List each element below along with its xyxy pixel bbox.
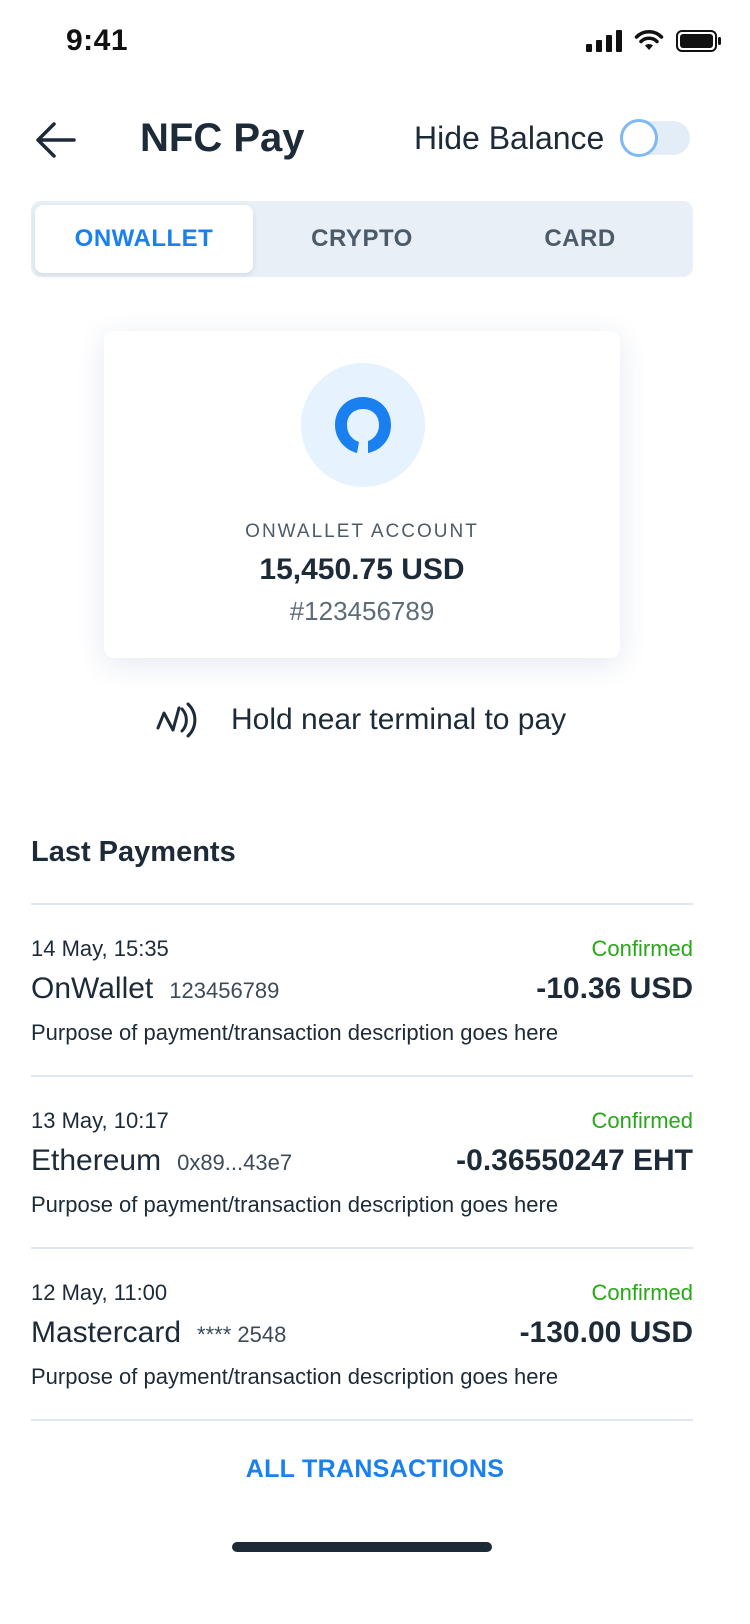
payment-row[interactable]: 12 May, 11:00 Confirmed Mastercard **** …: [31, 1249, 693, 1421]
payment-amount: -10.36 USD: [536, 972, 693, 1005]
last-payments-title: Last Payments: [31, 836, 236, 868]
status-time: 9:41: [66, 24, 129, 57]
payment-status: Confirmed: [591, 1280, 693, 1305]
nfc-icon: [156, 702, 197, 738]
arrow-left-icon[interactable]: [34, 120, 78, 160]
hide-balance-toggle[interactable]: [620, 119, 690, 157]
payment-date: 14 May, 15:35: [31, 936, 169, 961]
payment-date: 12 May, 11:00: [31, 1280, 168, 1305]
payment-row[interactable]: 14 May, 15:35 Confirmed OnWallet 1234567…: [31, 905, 693, 1077]
merchant-name: Ethereum: [31, 1144, 162, 1177]
payment-amount: -0.36550247 EHT: [456, 1144, 693, 1177]
toggle-knob: [620, 119, 658, 157]
merchant-ref: 123456789: [169, 978, 280, 1003]
account-card[interactable]: ONWALLET ACCOUNT 15,450.75 USD #12345678…: [104, 331, 620, 658]
onwallet-logo-icon: [335, 397, 391, 453]
merchant-name: Mastercard: [31, 1316, 182, 1349]
payment-status: Confirmed: [591, 1108, 693, 1133]
payment-row[interactable]: 13 May, 10:17 Confirmed Ethereum 0x89...…: [31, 1077, 693, 1249]
status-icons: [586, 30, 722, 52]
all-transactions-link[interactable]: ALL TRANSACTIONS: [0, 1455, 750, 1484]
onwallet-logo: [301, 363, 425, 487]
home-indicator[interactable]: [232, 1542, 492, 1552]
payment-status: Confirmed: [591, 936, 693, 961]
nfc-pay-screen: 9:41 NFC Pay Hide Balance ONWALLET CRYPT…: [0, 0, 750, 1624]
payment-amount: -130.00 USD: [519, 1316, 693, 1349]
payments-list: 14 May, 15:35 Confirmed OnWallet 1234567…: [31, 903, 693, 1421]
merchant-ref: **** 2548: [197, 1322, 287, 1347]
payment-source-tabs: ONWALLET CRYPTO CARD: [31, 201, 693, 277]
payment-description: Purpose of payment/transaction descripti…: [31, 1192, 559, 1217]
battery-icon: [676, 30, 721, 52]
tab-onwallet[interactable]: ONWALLET: [35, 205, 253, 273]
account-balance: 15,450.75 USD: [259, 553, 465, 586]
account-number: #123456789: [289, 596, 435, 626]
merchant-ref: 0x89...43e7: [177, 1150, 293, 1175]
tab-crypto[interactable]: CRYPTO: [253, 205, 471, 273]
payment-merchant: Ethereum 0x89...43e7: [31, 1144, 292, 1178]
payment-merchant: Mastercard **** 2548: [31, 1316, 286, 1350]
page-title: NFC Pay: [140, 116, 305, 160]
tab-card[interactable]: CARD: [471, 205, 689, 273]
signal-icon: [586, 30, 622, 52]
payment-date: 13 May, 10:17: [31, 1108, 169, 1133]
payment-description: Purpose of payment/transaction descripti…: [31, 1020, 559, 1045]
nfc-hint-text: Hold near terminal to pay: [231, 703, 567, 736]
merchant-name: OnWallet: [31, 972, 154, 1005]
account-label: ONWALLET ACCOUNT: [245, 521, 479, 542]
payment-description: Purpose of payment/transaction descripti…: [31, 1364, 559, 1389]
payment-merchant: OnWallet 123456789: [31, 972, 279, 1006]
nfc-hint: Hold near terminal to pay: [155, 700, 566, 740]
hide-balance-label: Hide Balance: [414, 120, 605, 156]
wifi-icon: [634, 30, 664, 50]
